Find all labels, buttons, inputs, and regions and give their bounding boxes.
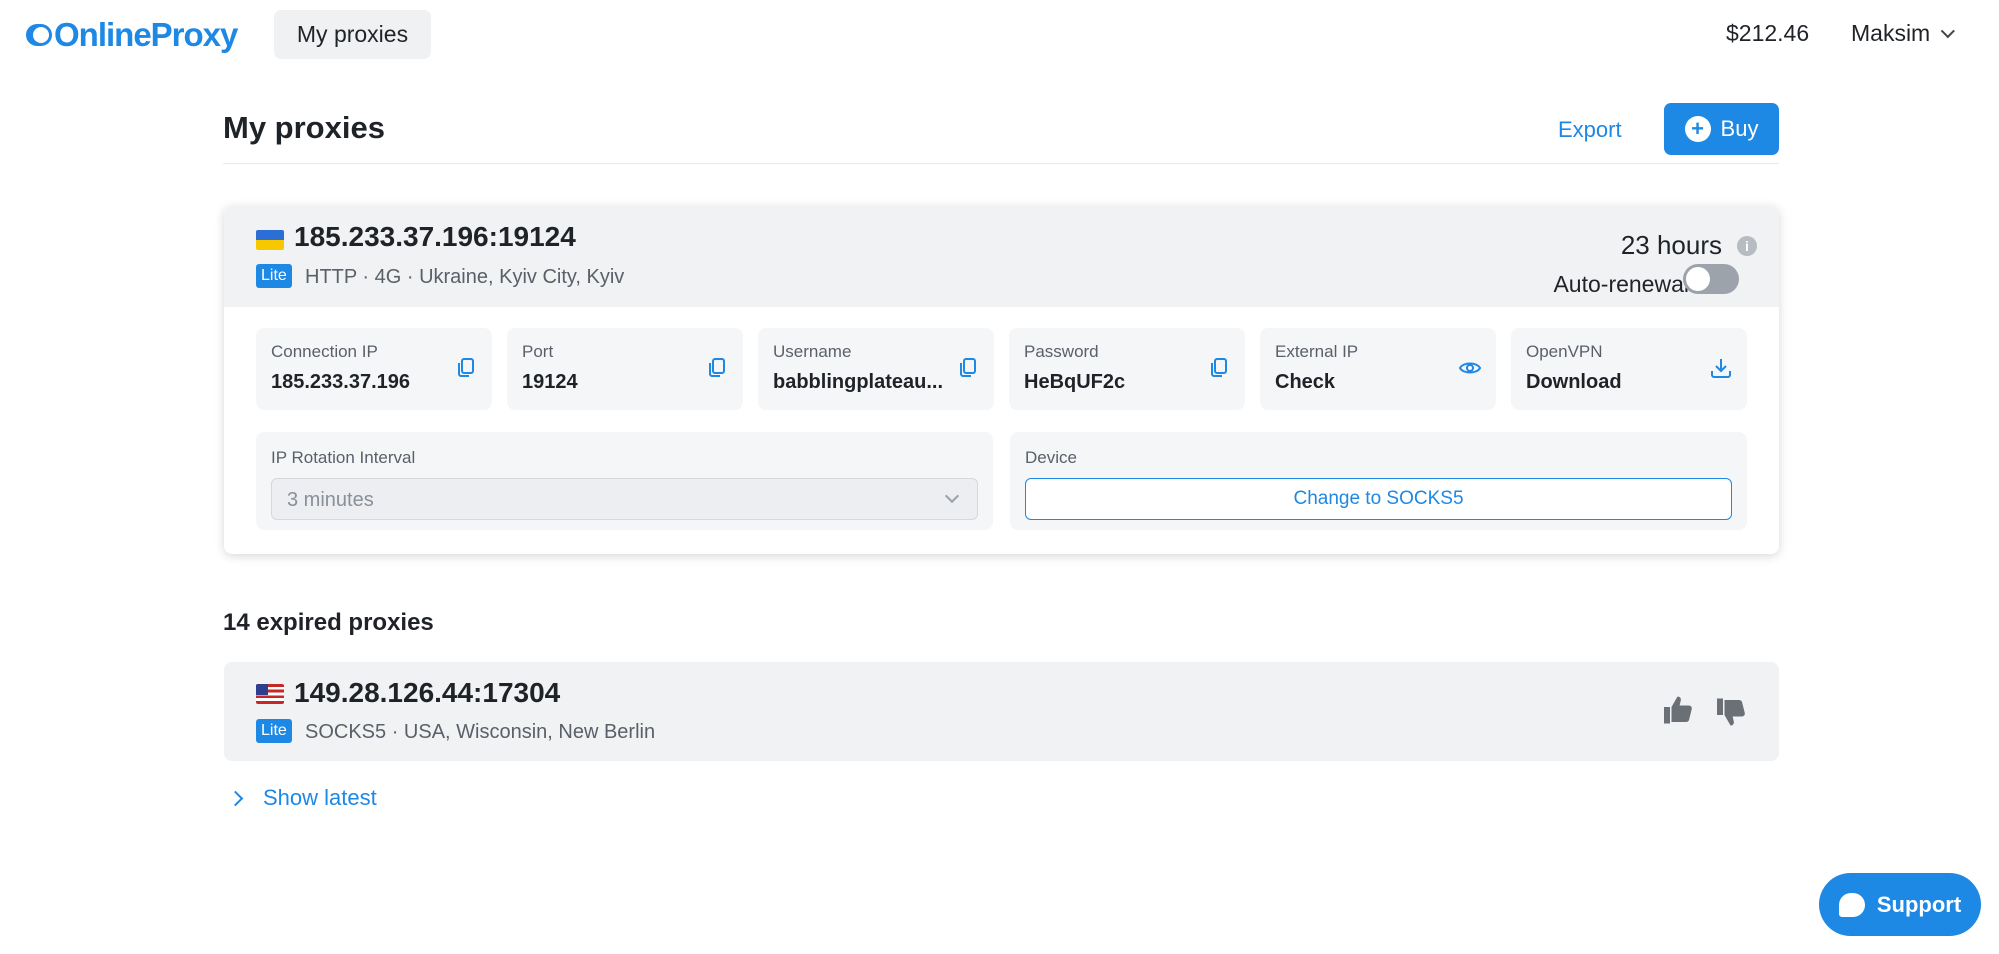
- ip-rotation-panel: IP Rotation Interval 3 minutes: [256, 432, 993, 530]
- chevron-right-icon: [227, 790, 244, 806]
- proxy-meta: HTTP · 4G · Ukraine, Kyiv City, Kyiv: [305, 266, 625, 288]
- plus-circle-icon: +: [1684, 116, 1711, 142]
- active-proxy-card: 185.233.37.196:19124 Lite HTTP · 4G · Uk…: [224, 206, 1779, 554]
- copy-icon[interactable]: [956, 356, 980, 380]
- plan-badge: Lite: [256, 264, 292, 288]
- top-bar: OnlineProxy My proxies $212.46 Maksim: [0, 0, 1999, 70]
- proxy-card-header: 185.233.37.196:19124 Lite HTTP · 4G · Uk…: [224, 206, 1779, 307]
- field-openvpn: OpenVPN Download: [1511, 328, 1747, 410]
- field-value: 19124: [522, 371, 578, 393]
- device-label: Device: [1025, 448, 1077, 467]
- auto-renewal-label: Auto-renewal: [1553, 271, 1689, 297]
- field-label: Port: [522, 342, 554, 361]
- export-link[interactable]: Export: [1558, 117, 1622, 143]
- user-name: Maksim: [1851, 20, 1931, 46]
- proxy-address: 185.233.37.196:19124: [294, 221, 576, 252]
- field-label: OpenVPN: [1526, 342, 1603, 361]
- logo[interactable]: OnlineProxy: [26, 14, 238, 56]
- ukraine-flag-icon: [256, 230, 284, 250]
- change-to-socks5-button[interactable]: Change to SOCKS5: [1025, 478, 1732, 520]
- plan-badge: Lite: [256, 719, 292, 743]
- header-divider: [223, 163, 1779, 164]
- copy-icon[interactable]: [705, 356, 729, 380]
- copy-icon[interactable]: [454, 356, 478, 380]
- info-icon[interactable]: i: [1737, 236, 1757, 256]
- field-username: Username babblingplateau...: [758, 328, 994, 410]
- thumbs-down-icon[interactable]: [1714, 694, 1750, 730]
- support-button[interactable]: Support: [1819, 873, 1981, 936]
- field-value: HeBqUF2c: [1024, 371, 1126, 393]
- auto-renewal-toggle[interactable]: [1683, 264, 1739, 294]
- field-port: Port 19124: [507, 328, 743, 410]
- check-external-ip-link[interactable]: Check: [1275, 371, 1335, 394]
- field-value: babblingplateau...: [773, 371, 944, 393]
- field-value: 185.233.37.196: [271, 371, 411, 393]
- proxy-address: 149.28.126.44:17304: [294, 677, 561, 708]
- page-title: My proxies: [223, 110, 385, 145]
- logo-toggle-icon: [26, 24, 52, 46]
- eye-icon[interactable]: [1458, 356, 1482, 380]
- field-label: Username: [773, 342, 852, 361]
- field-label: Connection IP: [271, 342, 378, 361]
- download-openvpn-link[interactable]: Download: [1526, 371, 1622, 394]
- ip-rotation-label: IP Rotation Interval: [271, 448, 416, 467]
- field-connection-ip: Connection IP 185.233.37.196: [256, 328, 492, 410]
- user-menu[interactable]: Maksim: [1851, 20, 1956, 47]
- nav-my-proxies[interactable]: My proxies: [274, 10, 431, 59]
- usa-flag-icon: [256, 684, 284, 704]
- show-latest-label: Show latest: [263, 785, 377, 810]
- field-external-ip: External IP Check: [1260, 328, 1496, 410]
- logo-text: OnlineProxy: [54, 16, 238, 53]
- account-balance[interactable]: $212.46: [1726, 20, 1809, 47]
- time-left: 23 hours: [1620, 230, 1722, 260]
- proxy-meta: SOCKS5 · USA, Wisconsin, New Berlin: [305, 721, 656, 743]
- buy-button-label: Buy: [1720, 116, 1759, 141]
- show-latest-link[interactable]: Show latest: [226, 785, 377, 811]
- download-icon[interactable]: [1709, 356, 1733, 380]
- field-label: External IP: [1275, 342, 1359, 361]
- thumbs-up-icon[interactable]: [1661, 692, 1697, 728]
- ip-rotation-value: 3 minutes: [287, 489, 374, 511]
- field-label: Password: [1024, 342, 1099, 361]
- chat-bubble-icon: [1838, 892, 1865, 917]
- buy-button[interactable]: + Buy: [1664, 103, 1779, 155]
- field-password: Password HeBqUF2c: [1009, 328, 1245, 410]
- copy-icon[interactable]: [1207, 356, 1231, 380]
- expired-proxies-title: 14 expired proxies: [223, 609, 434, 636]
- expired-proxy-card[interactable]: 149.28.126.44:17304 Lite SOCKS5 · USA, W…: [224, 662, 1779, 761]
- support-label: Support: [1876, 891, 1962, 917]
- device-panel: Device Change to SOCKS5: [1010, 432, 1747, 530]
- ip-rotation-select[interactable]: 3 minutes: [271, 478, 978, 520]
- chevron-down-icon: [944, 488, 960, 504]
- chevron-down-icon: [1940, 23, 1956, 38]
